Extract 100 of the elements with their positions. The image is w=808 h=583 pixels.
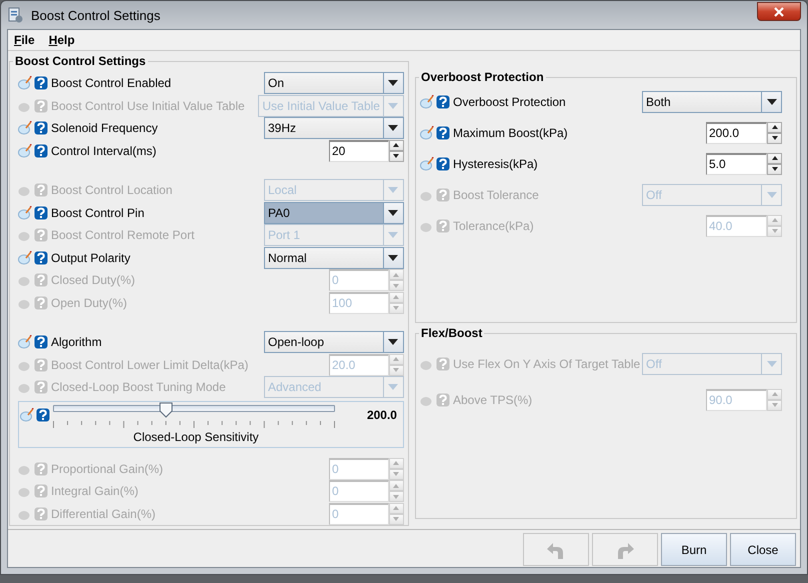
help-icon[interactable] [34,76,48,90]
up-arrow-icon [393,272,400,277]
field-label: Boost Control Location [51,183,174,198]
field-label: Boost Control Remote Port [51,228,196,242]
window-title: Boost Control Settings [31,8,162,22]
help-icon[interactable] [34,144,48,158]
dropdown[interactable]: Normal [264,246,404,269]
menu-item[interactable]: File [12,33,37,47]
help-icon[interactable] [36,408,50,422]
slider-thumb[interactable] [158,402,173,418]
help-icon[interactable] [436,126,450,140]
caret-icon [388,210,398,216]
field-label: Proportional Gain(%) [51,462,164,476]
field-label: Solenoid Frequency [51,121,159,136]
up-arrow-icon [393,357,400,362]
caret-icon [388,187,398,194]
down-arrow-icon [772,136,778,140]
slider-track[interactable] [53,402,335,418]
help-icon[interactable] [34,121,48,136]
dropdown[interactable]: On [264,72,404,94]
down-arrow-icon [393,517,400,522]
down-arrow-icon [393,494,400,499]
help-icon[interactable] [436,94,450,108]
caret-icon [766,192,776,198]
pencil-icon[interactable] [18,144,32,158]
field-label: Overboost Protection [452,94,567,108]
pencil-icon[interactable] [18,206,32,220]
panel-title: Flex/Boost [418,326,484,340]
pencil-icon[interactable] [18,121,32,136]
pencil-icon[interactable] [18,335,32,350]
pencil-icon[interactable] [18,250,32,265]
dropdown[interactable]: Both [642,90,782,112]
field-label: Boost Control Lower Limit Delta(kPa) [51,358,250,372]
spin-up-button[interactable] [767,152,782,164]
caret-icon [766,98,776,104]
help-icon[interactable] [34,206,48,220]
up-arrow-icon [772,392,778,396]
field-label: Boost Control Pin [51,206,146,220]
up-arrow-icon [393,461,400,466]
caret-icon [766,360,776,366]
pencil-icon[interactable] [18,76,32,90]
spin-up-button[interactable] [767,122,782,132]
help-icon[interactable] [436,156,450,170]
down-arrow-icon [772,167,778,171]
field-label: Boost Control Use Initial Value Table [51,98,246,113]
dropdown[interactable]: 39Hz [264,117,404,140]
field-label: Maximum Boost(kPa) [452,126,569,140]
caret-icon [388,254,398,261]
close-button[interactable] [757,2,801,21]
down-arrow-icon [772,229,778,233]
field-label: Algorithm [51,335,103,350]
up-arrow-icon [393,484,400,488]
number-field[interactable]: 200.0 [706,122,767,144]
field-label: Closed Duty(%) [51,273,136,288]
dialog-button[interactable]: Burn [661,533,727,566]
field-label: Hysteresis(kPa) [452,156,539,170]
field-label: Boost Tolerance [452,188,540,202]
close-icon [773,6,785,16]
field-label: Integral Gain(%) [51,484,140,498]
spin-up-button[interactable] [388,140,404,151]
field-label: Closed-Loop Boost Tuning Mode [51,380,227,394]
field-label: Output Polarity [51,250,132,265]
down-arrow-icon [393,472,400,476]
field-label: Above TPS(%) [452,392,534,406]
number-field[interactable]: 5.0 [706,152,767,174]
dialog-button[interactable]: Close [730,533,796,566]
help-icon[interactable] [34,335,48,350]
pencil-icon[interactable] [420,126,434,140]
panel-title: Boost Control Settings [13,54,148,68]
number-field[interactable]: 20 [328,140,389,162]
up-arrow-icon [393,295,400,300]
down-arrow-icon [772,403,778,407]
help-icon[interactable] [34,250,48,265]
dropdown[interactable]: PA0 [264,202,404,224]
up-arrow-icon [772,218,778,222]
pencil-icon[interactable] [20,408,34,422]
slider-label: Closed-Loop Sensitivity [132,430,260,444]
spin-down-button[interactable] [767,132,782,144]
panel-title: Overboost Protection [418,70,546,84]
down-arrow-icon [393,306,400,310]
up-arrow-icon [393,506,400,510]
slider-value: 200.0 [366,408,398,422]
dropdown[interactable]: Open-loop [264,331,404,354]
caret-icon [388,125,398,132]
menu-item[interactable]: Help [46,33,77,47]
spin-down-button[interactable] [767,164,782,174]
pencil-icon[interactable] [420,156,434,170]
field-label: Differential Gain(%) [51,506,156,521]
field-label: Open Duty(%) [51,296,128,310]
down-arrow-icon [393,368,400,372]
up-arrow-icon [772,156,778,160]
pencil-icon[interactable] [420,94,434,108]
caret-icon [388,232,398,238]
field-label: Control Interval(ms) [51,144,158,158]
field-label: Use Flex On Y Axis Of Target Table [452,356,642,370]
down-arrow-icon [393,154,400,158]
down-arrow-icon [393,284,400,288]
caret-icon [388,384,398,390]
up-arrow-icon [393,143,400,148]
caret-icon [388,339,398,346]
